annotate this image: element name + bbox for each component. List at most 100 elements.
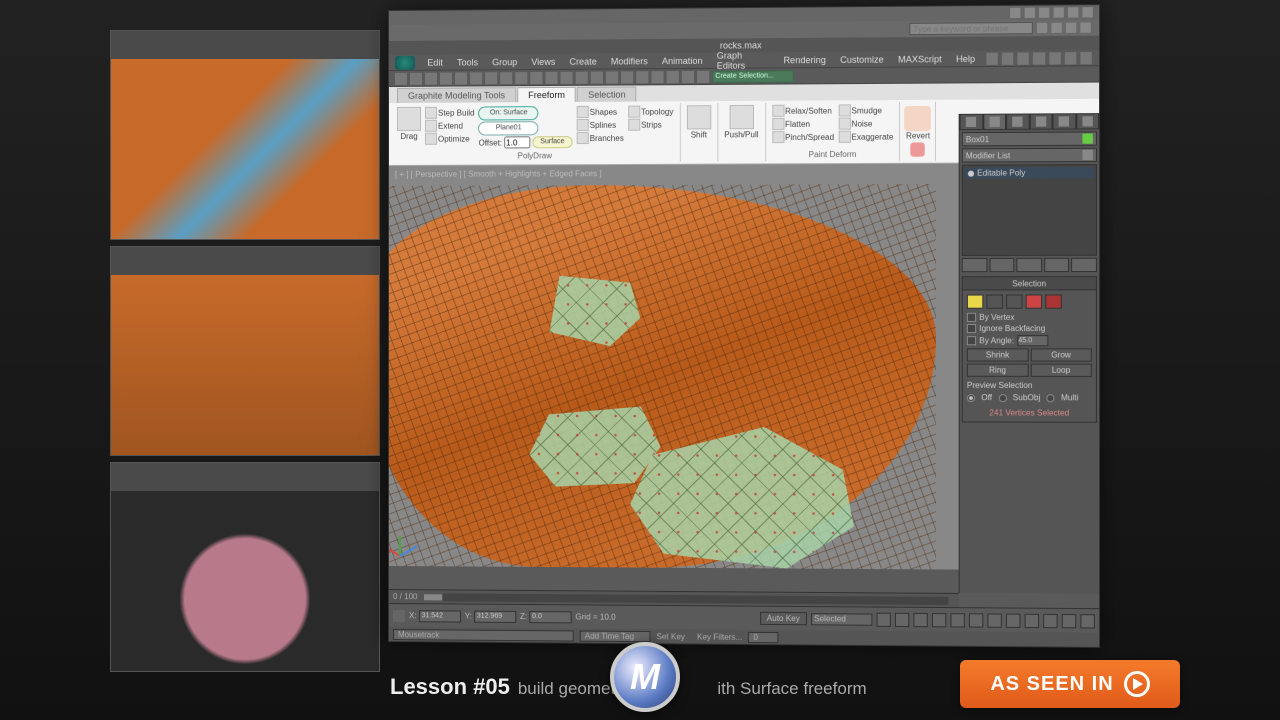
menu-modifiers[interactable]: Modifiers [605, 56, 654, 66]
menu-maxscript[interactable]: MAXScript [892, 54, 948, 65]
modifier-list-dropdown[interactable]: Modifier List [962, 148, 1097, 163]
motion-tab[interactable] [1029, 113, 1052, 129]
menu-help[interactable]: Help [950, 53, 981, 63]
preview-multi-radio[interactable] [1047, 394, 1055, 402]
orbit-icon[interactable] [1062, 613, 1076, 627]
as-seen-in-button[interactable]: AS SEEN IN [960, 660, 1180, 708]
minimize-icon[interactable] [1054, 7, 1064, 17]
select-rect-icon[interactable] [485, 72, 497, 84]
strips-button[interactable]: Strips [628, 118, 674, 130]
noise-button[interactable]: Noise [838, 117, 893, 129]
configure-icon[interactable] [1071, 258, 1096, 272]
mirror-icon[interactable] [667, 71, 679, 83]
menu-create[interactable]: Create [563, 56, 602, 66]
maximize-vp-icon[interactable] [1080, 614, 1094, 628]
select-obj-icon[interactable] [455, 72, 467, 84]
selection-set-dropdown[interactable]: Create Selection... [712, 70, 793, 83]
info-icon[interactable] [1039, 8, 1049, 18]
refcoord-icon[interactable] [561, 71, 573, 83]
keymode-dropdown[interactable]: Selected [811, 613, 872, 626]
hierarchy-tab[interactable] [1006, 113, 1029, 129]
selection-rollout-header[interactable]: Selection [962, 276, 1097, 290]
align-icon[interactable] [682, 70, 694, 82]
by-angle-checkbox[interactable] [967, 336, 976, 345]
shrink-button[interactable]: Shrink [967, 348, 1028, 361]
offset-input[interactable] [504, 136, 530, 148]
extend-button[interactable]: Extend [425, 120, 475, 132]
display-tab[interactable] [1052, 113, 1075, 129]
star-icon[interactable] [1025, 8, 1035, 18]
ribbon-tab-freeform[interactable]: Freeform [517, 87, 576, 102]
color-swatch[interactable] [1082, 134, 1092, 144]
unlink-icon[interactable] [425, 72, 437, 84]
show-end-icon[interactable] [989, 258, 1014, 272]
setkey-button[interactable]: Set Key [657, 632, 685, 641]
preview-off-radio[interactable] [967, 394, 975, 402]
keyfilters-button[interactable]: Key Filters... [697, 632, 742, 641]
schematic-icon[interactable] [1002, 52, 1013, 64]
move-icon[interactable] [515, 72, 527, 84]
maximize-icon[interactable] [1068, 7, 1078, 17]
grow-button[interactable]: Grow [1030, 348, 1092, 361]
plane-button[interactable]: Plane01 [479, 121, 539, 135]
menu-views[interactable]: Views [525, 56, 561, 66]
z-coord-input[interactable] [529, 611, 571, 623]
vertex-subobj-icon[interactable] [967, 295, 983, 309]
search-input[interactable] [909, 22, 1033, 35]
menu-animation[interactable]: Animation [656, 55, 709, 65]
rotate-icon[interactable] [530, 71, 542, 83]
stepbuild-button[interactable]: Step Build [425, 107, 475, 119]
flatten-button[interactable]: Flatten [772, 118, 834, 130]
timeslider-thumb[interactable] [423, 593, 443, 601]
percent-snap-icon[interactable] [636, 71, 648, 83]
splines-button[interactable]: Splines [577, 119, 624, 131]
ribbon-tab-selection[interactable]: Selection [577, 86, 637, 101]
undo-icon[interactable] [1065, 52, 1077, 64]
goto-end-icon[interactable] [950, 613, 964, 627]
star2-icon[interactable] [1066, 23, 1076, 33]
edge-subobj-icon[interactable] [986, 295, 1002, 309]
make-unique-icon[interactable] [1017, 258, 1042, 272]
comm-icon[interactable] [1051, 23, 1061, 33]
element-subobj-icon[interactable] [1045, 294, 1062, 308]
menu-customize[interactable]: Customize [834, 54, 890, 65]
zoom-icon[interactable] [969, 613, 983, 627]
add-time-tag-button[interactable]: Add Time Tag [580, 630, 651, 642]
select-icon[interactable] [395, 72, 407, 84]
spinner-snap-icon[interactable] [651, 71, 663, 83]
stack-item-editable-poly[interactable]: Editable Poly [965, 167, 1094, 179]
x-coord-input[interactable] [419, 610, 461, 622]
create-tab[interactable] [960, 114, 983, 130]
goto-start-icon[interactable] [877, 612, 891, 626]
loop-button[interactable]: Loop [1030, 364, 1092, 377]
pushpull-button[interactable]: Push/Pull [724, 105, 758, 139]
link-icon[interactable] [410, 72, 422, 84]
layer-icon[interactable] [986, 52, 997, 64]
layers-icon[interactable] [697, 70, 709, 82]
ring-button[interactable]: Ring [967, 364, 1028, 377]
revert-icon[interactable] [905, 106, 932, 132]
shift-button[interactable]: Shift [687, 105, 711, 139]
menu-grapheditors[interactable]: Graph Editors [711, 50, 776, 71]
angle-snap-icon[interactable] [621, 71, 633, 83]
border-subobj-icon[interactable] [1006, 294, 1023, 308]
shapes-button[interactable]: Shapes [577, 106, 624, 118]
optimize-button[interactable]: Optimize [425, 133, 475, 145]
on-surface-toggle[interactable]: On: Surface [479, 106, 539, 120]
smudge-button[interactable]: Smudge [838, 104, 893, 116]
pivot-icon[interactable] [576, 71, 588, 83]
next-frame-icon[interactable] [932, 613, 946, 627]
cancel-icon[interactable] [911, 143, 925, 157]
window-cross-icon[interactable] [500, 72, 512, 84]
redo-icon[interactable] [1080, 52, 1092, 64]
help-icon[interactable] [1010, 8, 1020, 18]
prev-frame-icon[interactable] [895, 612, 909, 626]
modifier-stack[interactable]: Editable Poly [962, 164, 1097, 256]
manip-icon[interactable] [591, 71, 603, 83]
y-coord-input[interactable] [474, 610, 516, 622]
render-icon[interactable] [1033, 52, 1045, 64]
menu-group[interactable]: Group [486, 57, 523, 67]
ignore-backfacing-checkbox[interactable] [967, 324, 976, 333]
branches-button[interactable]: Branches [577, 132, 624, 144]
exaggerate-button[interactable]: Exaggerate [838, 130, 893, 142]
